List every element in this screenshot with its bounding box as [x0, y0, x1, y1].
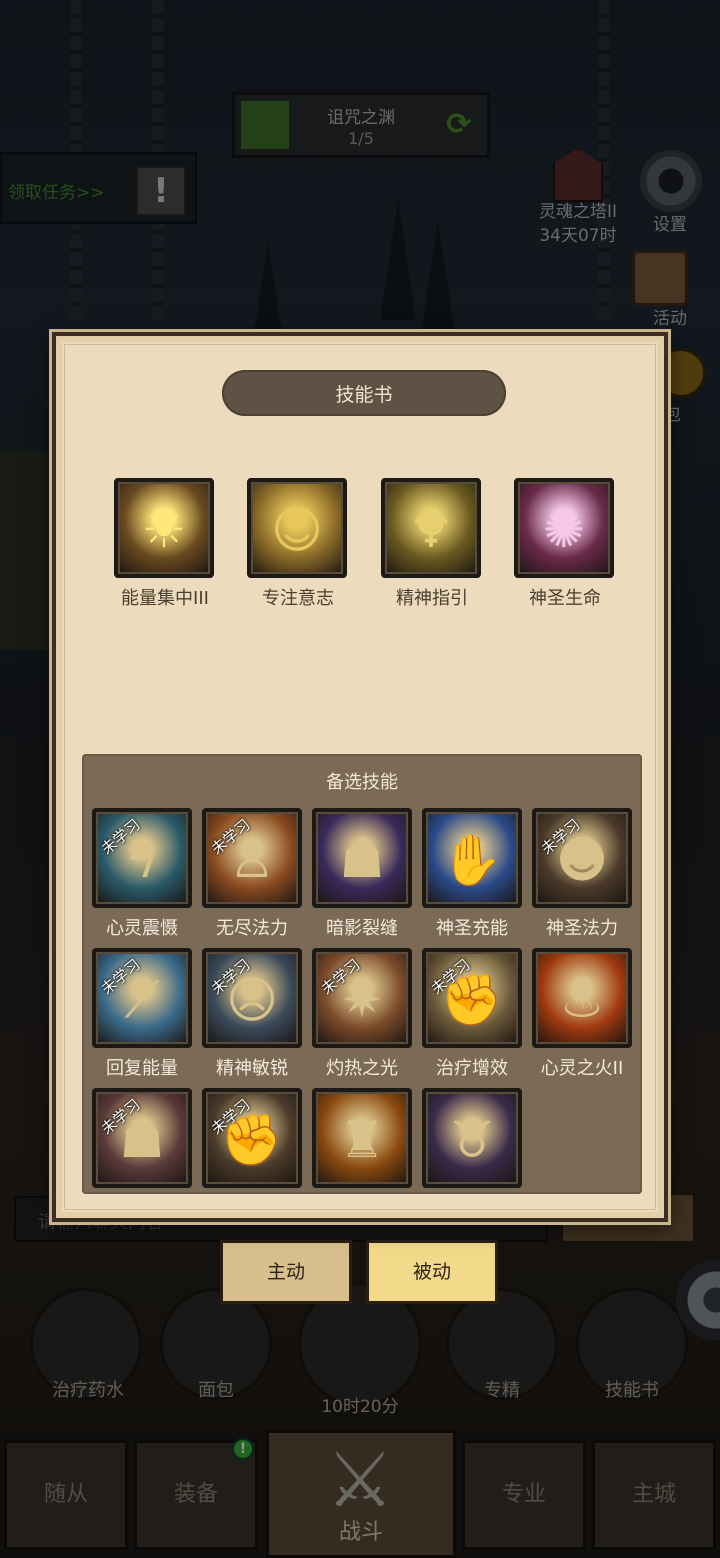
skill-slot[interactable]: ✋ 神圣充能: [422, 808, 522, 940]
skill-slot[interactable]: ✊ 未学习治疗增效: [422, 948, 522, 1080]
skill-glyph: ♉: [449, 1111, 495, 1169]
golden-face-icon[interactable]: ☺: [247, 478, 347, 578]
modal-title-banner: 技能书: [222, 370, 506, 416]
reserve-skills-panel: 备选技能 ϟ 未学习 心灵震慑 ♙ 未学习 无尽法力 ☗ 暗影裂缝 ✋ 神圣充能 ☻ 未学习 神圣法力 ⟋…: [82, 754, 642, 1194]
skill-slot[interactable]: ♨ 心灵之火II: [532, 948, 632, 1080]
skill-slot[interactable]: ☗ 未学习: [92, 1088, 192, 1188]
demon-icon[interactable]: ♉: [422, 1088, 522, 1188]
flame-figure-icon[interactable]: ♜: [312, 1088, 412, 1188]
skill-glyph: ♆: [408, 501, 454, 559]
skill-glyph: ✺: [543, 501, 585, 559]
skill-slot[interactable]: ♆ 精神指引: [381, 478, 483, 610]
skill-label: 心灵震慑: [106, 918, 178, 939]
spirit-figure-icon[interactable]: ♆: [381, 478, 481, 578]
skill-slot[interactable]: ✺ 神圣生命: [514, 478, 616, 610]
skill-label: 专注意志: [262, 588, 334, 609]
skill-slot[interactable]: ☹ 未学习精神敏锐: [202, 948, 302, 1080]
skill-label: 精神指引: [396, 588, 468, 609]
skill-glyph: ☀: [141, 501, 187, 559]
skill-slot[interactable]: ϟ 未学习心灵震慑: [92, 808, 192, 940]
skill-glyph: ♜: [339, 1111, 385, 1169]
radiant-hands-icon[interactable]: ☀: [114, 478, 214, 578]
skill-glyph: ☺: [270, 501, 324, 559]
skill-label: 精神敏锐: [216, 1058, 288, 1079]
tab-passive-skills[interactable]: 被动: [366, 1240, 498, 1304]
skill-slot[interactable]: ☻ 未学习神圣法力: [532, 808, 632, 940]
holy-charge-icon[interactable]: ✋: [422, 808, 522, 908]
skill-slot[interactable]: ✷ 未学习灼热之光: [312, 948, 412, 1080]
fist-icon[interactable]: ✊ 未学习: [202, 1088, 302, 1188]
inner-fire-icon[interactable]: ♨: [532, 948, 632, 1048]
skill-glyph: ♨: [559, 971, 605, 1029]
skill-label: 灼热之光: [326, 1058, 398, 1079]
skill-slot[interactable]: ✊ 未学习: [202, 1088, 302, 1188]
spirit-keen-icon[interactable]: ☹ 未学习: [202, 948, 302, 1048]
skill-label: 治疗增效: [436, 1058, 508, 1079]
skill-label: 回复能量: [106, 1058, 178, 1079]
skill-label: 无尽法力: [216, 918, 288, 939]
skill-slot[interactable]: ♜: [312, 1088, 412, 1188]
skill-slot[interactable]: ☺ 专注意志: [247, 478, 349, 610]
skill-slot[interactable]: ♉: [422, 1088, 522, 1188]
endless-mana-icon[interactable]: ♙ 未学习: [202, 808, 302, 908]
shadow-rift-icon[interactable]: ☗: [312, 808, 412, 908]
heal-boost-icon[interactable]: ✊ 未学习: [422, 948, 522, 1048]
skill-glyph: ✋: [440, 831, 504, 889]
modal-title: 技能书: [335, 384, 393, 406]
skill-label: 神圣生命: [529, 588, 601, 609]
restore-energy-icon[interactable]: ⟋ 未学习: [92, 948, 192, 1048]
skill-label: 暗影裂缝: [326, 918, 398, 939]
searing-light-icon[interactable]: ✷ 未学习: [312, 948, 412, 1048]
skill-slot[interactable]: ☗ 暗影裂缝: [312, 808, 412, 940]
skill-label: 心灵之火II: [540, 1058, 624, 1079]
holy-mana-icon[interactable]: ☻ 未学习: [532, 808, 632, 908]
skillbook-modal: 技能书 ☀ 能量集中III ☺ 专注意志 ♆ 精神指引 ✺ 神圣生命 备选技能 ϟ 未学习心灵震…: [49, 329, 671, 1225]
tab-active-skills[interactable]: 主动: [220, 1240, 352, 1304]
dark-figure-icon[interactable]: ☗ 未学习: [92, 1088, 192, 1188]
skill-slot[interactable]: ☀ 能量集中III: [114, 478, 216, 610]
mind-shock-icon[interactable]: ϟ 未学习: [92, 808, 192, 908]
skill-label: 神圣充能: [436, 918, 508, 939]
skill-slot[interactable]: ♙ 未学习无尽法力: [202, 808, 302, 940]
holy-burst-icon[interactable]: ✺: [514, 478, 614, 578]
skill-glyph: ☗: [339, 831, 385, 889]
skill-label: 能量集中III: [121, 588, 209, 609]
skill-label: 神圣法力: [546, 918, 618, 939]
reserve-title: 备选技能: [326, 772, 398, 793]
skill-slot[interactable]: ⟋ 未学习回复能量: [92, 948, 192, 1080]
